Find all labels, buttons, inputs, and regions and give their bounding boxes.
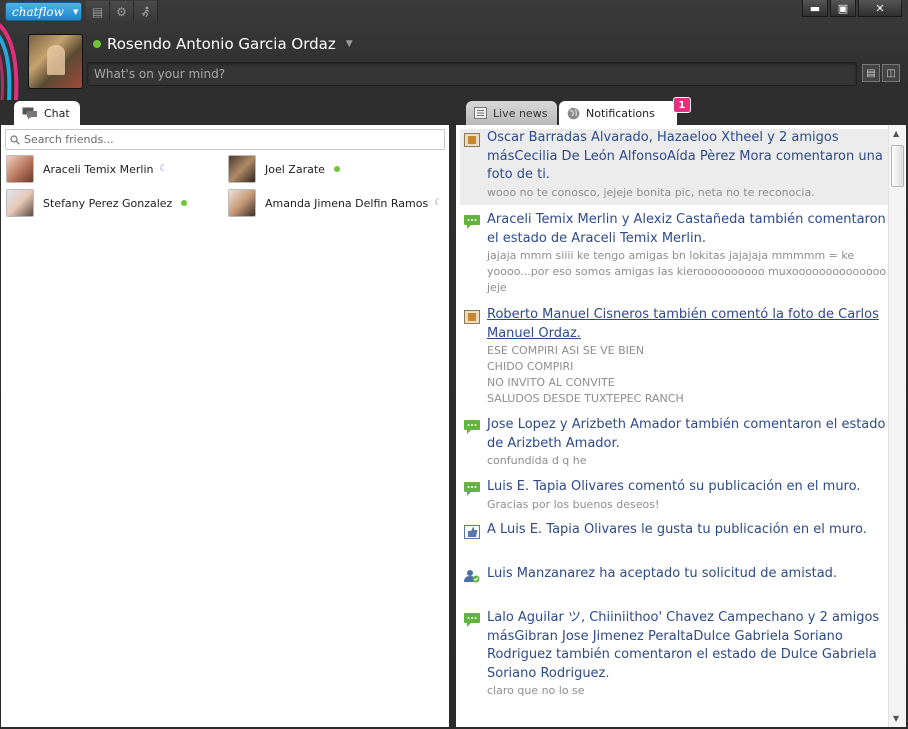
search-input[interactable] <box>24 133 424 146</box>
comment-icon <box>464 482 480 496</box>
friend-item[interactable]: Araceli Temix Merlin ☾ <box>6 155 228 183</box>
list-view-icon: ▤ <box>866 67 876 79</box>
minimize-button[interactable]: ▬ <box>802 0 828 17</box>
away-status-icon: ☾ <box>159 164 168 174</box>
notifications-scrollbar[interactable]: ▲ ▼ <box>888 125 906 727</box>
notification-body: claro que no lo se <box>487 684 585 697</box>
notification-item[interactable]: Lalo Aguilar ツ, Chiiniithoo' Chavez Camp… <box>460 609 888 699</box>
toolbar: ▤ ⚙ <box>86 1 158 22</box>
app-window: chatflow ▼ ▤ ⚙ ▬ ▣ ✕ Rosendo Antonio Gar… <box>0 0 908 729</box>
friend-icon <box>464 570 480 583</box>
notification-title: Luis E. Tapia Olivares comentó su public… <box>487 479 861 494</box>
activity-button[interactable] <box>134 1 158 22</box>
notification-title: Jose Lopez y Arizbeth Amador también com… <box>487 417 886 451</box>
tab-live-news-label: Live news <box>493 106 548 120</box>
split-view-button[interactable]: ◫ <box>882 64 900 82</box>
message-icon: ▤ <box>91 4 104 19</box>
comment-icon <box>464 215 480 229</box>
friend-avatar <box>228 189 256 217</box>
notification-item[interactable]: Jose Lopez y Arizbeth Amador también com… <box>460 416 888 469</box>
chat-bubble-icon <box>22 107 37 119</box>
friend-name: Araceli Temix Merlin <box>43 162 154 176</box>
like-icon <box>464 525 480 539</box>
notification-title: Luis Manzanarez ha aceptado tu solicitud… <box>487 566 838 581</box>
notification-body: ESE COMPIRI ASI SE VE BIEN CHIDO COMPIRI… <box>487 344 684 405</box>
status-input[interactable] <box>87 62 857 86</box>
notification-title[interactable]: Roberto Manuel Cisneros también comentó … <box>487 306 888 343</box>
photo-icon <box>464 133 480 147</box>
notification-body: confundida d q he <box>487 454 587 467</box>
online-status-icon <box>181 200 188 206</box>
friend-item[interactable]: Joel Zarate <box>228 155 446 183</box>
minimize-icon: ▬ <box>809 1 821 15</box>
view-toggle: ▤ ◫ <box>862 64 900 82</box>
friend-avatar <box>6 189 34 217</box>
split-view-icon: ◫ <box>886 67 896 79</box>
notification-body: Gracias por los buenos deseos! <box>487 497 660 511</box>
chat-panel: Araceli Temix Merlin ☾ Joel Zarate Stefa… <box>1 125 449 727</box>
friend-name: Joel Zarate <box>265 162 325 176</box>
friend-name: Amanda Jimena Delfin Ramos <box>265 196 429 210</box>
globe-icon <box>567 107 580 119</box>
tab-live-news[interactable]: Live news <box>466 101 558 125</box>
running-man-icon <box>141 6 149 17</box>
gear-icon: ⚙ <box>116 4 127 19</box>
online-status-icon <box>93 40 101 48</box>
scroll-down-icon[interactable]: ▼ <box>893 714 899 723</box>
news-icon <box>474 107 487 119</box>
away-status-icon: ☾ <box>434 198 443 208</box>
comment-icon <box>464 613 480 627</box>
window-controls: ▬ ▣ ✕ <box>800 0 902 17</box>
tab-chat[interactable]: Chat <box>14 101 80 125</box>
notification-item[interactable]: Luis Manzanarez ha aceptado tu solicitud… <box>460 565 888 584</box>
search-icon <box>10 134 20 145</box>
notification-title: Lalo Aguilar ツ, Chiiniithoo' Chavez Camp… <box>487 610 880 681</box>
settings-button[interactable]: ⚙ <box>110 1 134 22</box>
close-button[interactable]: ✕ <box>858 0 902 17</box>
avatar[interactable] <box>28 34 83 89</box>
notification-item[interactable]: Luis E. Tapia Olivares comentó su public… <box>460 478 888 513</box>
notification-body: wooo no te conosco, jejeje bonita pic, n… <box>487 185 815 199</box>
photo-icon <box>464 310 480 324</box>
notification-item[interactable]: A Luis E. Tapia Olivares le gusta tu pub… <box>460 521 888 540</box>
chevron-down-icon: ▼ <box>72 7 79 16</box>
tab-notifications[interactable]: Notifications 1 <box>559 97 691 125</box>
notification-item[interactable]: Oscar Barradas Alvarado, Hazaeloo Xtheel… <box>460 129 888 205</box>
single-view-button[interactable]: ▤ <box>862 64 880 82</box>
notification-title: Araceli Temix Merlin y Alexiz Castañeda … <box>487 212 886 246</box>
profile-name-menu[interactable]: Rosendo Antonio Garcia Ordaz ▼ <box>93 34 353 54</box>
notifications-panel: Oscar Barradas Alvarado, Hazaeloo Xtheel… <box>456 125 906 727</box>
profile-name: Rosendo Antonio Garcia Ordaz <box>107 35 336 53</box>
comment-icon <box>464 420 480 434</box>
notification-title: Oscar Barradas Alvarado, Hazaeloo Xtheel… <box>487 130 883 182</box>
friend-item[interactable]: Stefany Perez Gonzalez <box>6 189 228 217</box>
brand-label: chatflow <box>12 4 64 19</box>
notification-count-badge: 1 <box>672 97 691 113</box>
friend-avatar <box>228 155 256 183</box>
messages-button[interactable]: ▤ <box>86 1 110 22</box>
tab-chat-label: Chat <box>44 106 70 120</box>
friend-list: Araceli Temix Merlin ☾ Joel Zarate Stefa… <box>6 155 446 217</box>
brand-menu-button[interactable]: chatflow ▼ <box>5 2 82 21</box>
friend-search <box>5 129 445 150</box>
notification-body: jajaja mmm siiii ke tengo amigas bn loki… <box>487 249 887 294</box>
friend-name: Stefany Perez Gonzalez <box>43 196 173 210</box>
notification-item[interactable]: Roberto Manuel Cisneros también comentó … <box>460 306 888 407</box>
tab-notifications-label: Notifications <box>586 106 655 120</box>
friend-item[interactable]: Amanda Jimena Delfin Ramos ☾ <box>228 189 446 217</box>
close-icon: ✕ <box>875 1 885 15</box>
friend-avatar <box>6 155 34 183</box>
notification-item[interactable]: Araceli Temix Merlin y Alexiz Castañeda … <box>460 211 888 296</box>
notification-title: A Luis E. Tapia Olivares le gusta tu pub… <box>487 522 867 537</box>
chevron-down-icon: ▼ <box>345 39 353 49</box>
brand-swirl-icon <box>0 23 19 100</box>
scroll-up-icon[interactable]: ▲ <box>893 129 899 138</box>
maximize-icon: ▣ <box>837 1 849 15</box>
scrollbar-thumb[interactable] <box>891 145 904 187</box>
online-status-icon <box>333 166 340 172</box>
maximize-button[interactable]: ▣ <box>830 0 856 17</box>
